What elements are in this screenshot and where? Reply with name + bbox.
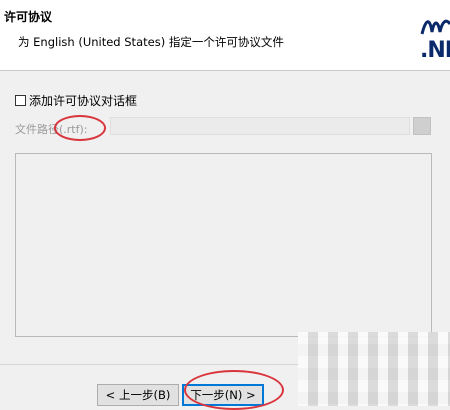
license-preview-area[interactable] xyxy=(15,153,432,337)
logo-text: .NE xyxy=(420,38,450,63)
file-path-input[interactable] xyxy=(110,117,410,135)
file-path-label: 文件路径(.rtf): xyxy=(15,123,88,136)
blurred-watermark-region xyxy=(298,332,450,406)
next-button[interactable]: 下一步(N) > xyxy=(182,384,264,406)
add-license-dialog-checkbox[interactable]: 添加许可协议对话框 xyxy=(15,92,137,108)
page-title: 许可协议 xyxy=(4,10,53,24)
checkbox-label: 添加许可协议对话框 xyxy=(29,93,138,108)
checkbox-box[interactable] xyxy=(15,94,26,106)
browse-button[interactable] xyxy=(413,117,431,135)
page-subtitle: 为 English (United States) 指定一个许可协议文件 xyxy=(18,35,284,49)
back-button[interactable]: < 上一步(B) xyxy=(97,384,179,406)
logo-wave-icon xyxy=(420,19,450,35)
dotnet-logo-icon: .NE xyxy=(418,14,450,66)
wizard-header: 许可协议 为 English (United States) 指定一个许可协议文… xyxy=(0,0,450,71)
